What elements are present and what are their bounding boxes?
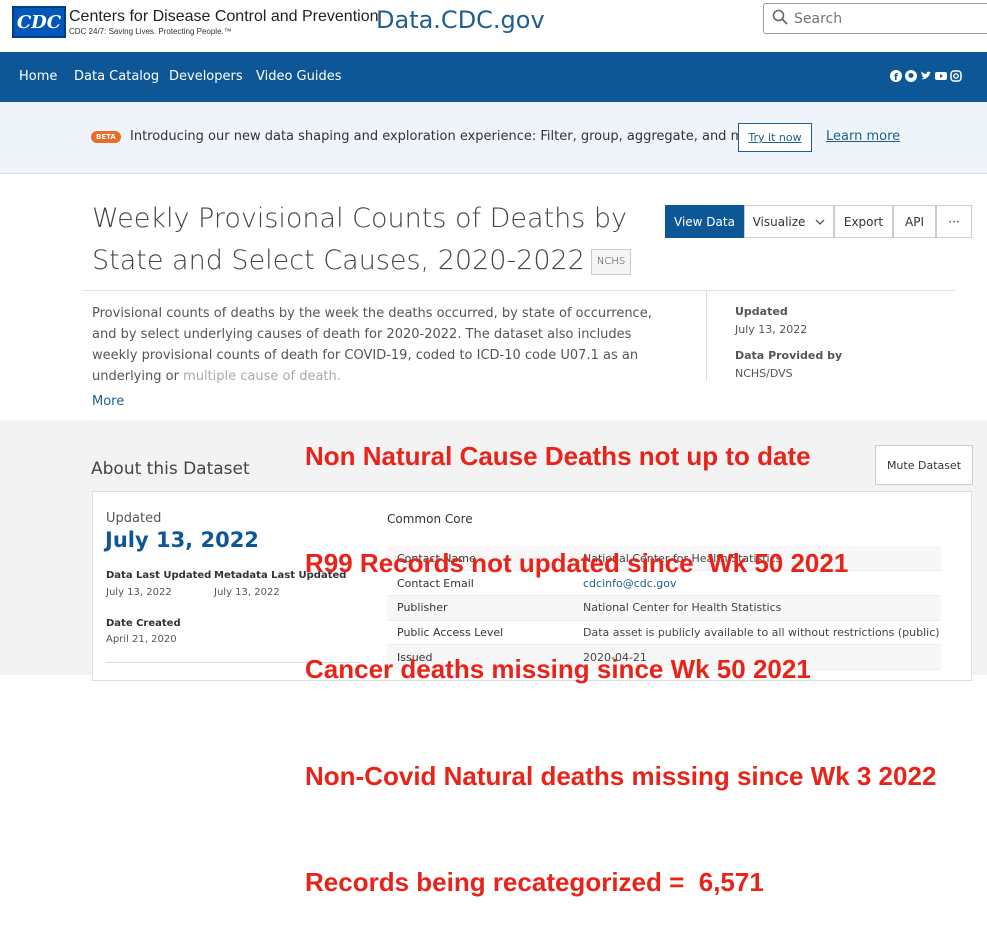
nav-video-guides[interactable]: Video Guides bbox=[256, 69, 342, 84]
dataset-actions: View Data Visualize Export API ··· bbox=[665, 205, 972, 238]
about-heading: About this Dataset bbox=[91, 459, 250, 479]
try-it-now-button[interactable]: Try it now bbox=[738, 123, 812, 152]
annotation-line: Records being recategorized = 6,571 bbox=[305, 867, 764, 897]
chevron-down-icon bbox=[815, 219, 825, 225]
date-created-value: April 21, 2020 bbox=[106, 634, 177, 645]
api-button[interactable]: API bbox=[893, 205, 936, 238]
agency-badge: NCHS bbox=[590, 248, 632, 275]
nav-home[interactable]: Home bbox=[19, 69, 57, 84]
data-last-updated-value: July 13, 2022 bbox=[106, 587, 172, 598]
date-created-label: Date Created bbox=[106, 618, 181, 629]
github-icon[interactable] bbox=[905, 70, 917, 82]
page-title: Weekly Provisional Counts of Deaths by S… bbox=[92, 198, 652, 282]
visualize-button[interactable]: Visualize bbox=[744, 205, 834, 238]
nav-data-catalog[interactable]: Data Catalog bbox=[74, 69, 159, 84]
search-input[interactable] bbox=[794, 8, 984, 30]
annotation-line: Cancer deaths missing since Wk 50 2021 bbox=[305, 654, 811, 684]
data-last-updated-label: Data Last Updated bbox=[106, 570, 212, 581]
svg-text:f: f bbox=[894, 73, 898, 82]
about-updated-label: Updated bbox=[106, 511, 162, 526]
view-data-button[interactable]: View Data bbox=[665, 205, 744, 238]
annotation-line: Non Natural Cause Deaths not up to date bbox=[305, 441, 811, 471]
more-actions-button[interactable]: ··· bbox=[936, 205, 972, 238]
instagram-icon[interactable] bbox=[950, 70, 962, 82]
youtube-icon[interactable] bbox=[935, 70, 947, 82]
learn-more-link[interactable]: Learn more bbox=[826, 129, 900, 144]
more-link[interactable]: More bbox=[92, 394, 124, 409]
cdc-logo[interactable]: CDC bbox=[12, 6, 66, 38]
metadata-last-updated-value: July 13, 2022 bbox=[214, 587, 280, 598]
dataset-title: Weekly Provisional Counts of Deaths by S… bbox=[92, 203, 628, 276]
search-icon[interactable] bbox=[772, 9, 788, 25]
visualize-label: Visualize bbox=[752, 214, 806, 229]
org-name[interactable]: Centers for Disease Control and Preventi… bbox=[69, 8, 379, 26]
divider bbox=[82, 290, 955, 291]
banner-text: Introducing our new data shaping and exp… bbox=[130, 129, 770, 144]
updated-value: July 13, 2022 bbox=[735, 323, 808, 336]
annotation-line: Non-Covid Natural deaths missing since W… bbox=[305, 760, 937, 791]
updated-label: Updated bbox=[735, 305, 788, 318]
provided-by-label: Data Provided by bbox=[735, 349, 843, 362]
twitter-icon[interactable] bbox=[920, 70, 932, 82]
social-links: f bbox=[890, 70, 962, 83]
annotation-line: R99 Records not updated since Wk 50 2021 bbox=[305, 547, 849, 578]
site-header: CDC Centers for Disease Control and Prev… bbox=[0, 0, 987, 52]
facebook-icon[interactable]: f bbox=[890, 70, 902, 83]
nav-developers[interactable]: Developers bbox=[169, 69, 243, 84]
main-nav: Home Data Catalog Developers Video Guide… bbox=[0, 52, 987, 102]
about-updated-date: July 13, 2022 bbox=[105, 528, 259, 552]
search-box[interactable] bbox=[763, 3, 987, 34]
export-button[interactable]: Export bbox=[834, 205, 893, 238]
annotation-overlay: Non Natural Cause Deaths not up to date … bbox=[305, 368, 936, 936]
beta-badge: BETA bbox=[91, 131, 121, 143]
org-tagline: CDC 24/7: Saving Lives. Protecting Peopl… bbox=[69, 27, 232, 36]
site-name[interactable]: Data.CDC.gov bbox=[376, 6, 545, 34]
